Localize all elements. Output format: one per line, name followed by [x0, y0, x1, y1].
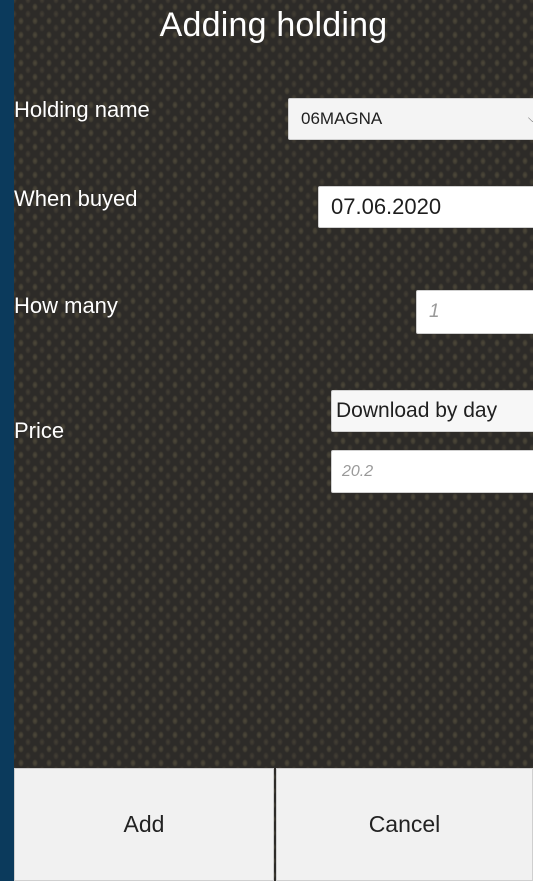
holding-name-dropdown[interactable]: 06MAGNA ⌵ [288, 98, 533, 140]
dialog-title: Adding holding [159, 6, 388, 44]
price-input[interactable]: 20.2 [331, 450, 533, 493]
price-placeholder: 20.2 [342, 462, 374, 480]
adding-holding-dialog: Adding holding Holding name 06MAGNA ⌵ Wh… [14, 0, 533, 881]
chevron-down-icon: ⌵ [527, 110, 533, 125]
when-buyed-value: 07.06.2020 [331, 194, 442, 219]
price-label: Price [14, 418, 65, 443]
how-many-label: How many [14, 293, 118, 318]
price-source-dropdown[interactable]: Download by day [331, 390, 533, 432]
when-buyed-label: When buyed [14, 186, 138, 211]
how-many-placeholder: 1 [429, 301, 440, 322]
cancel-button[interactable]: Cancel [276, 768, 533, 881]
holding-name-selected: 06MAGNA [301, 109, 383, 128]
add-button[interactable]: Add [14, 768, 274, 881]
window-frame: Adding holding Holding name 06MAGNA ⌵ Wh… [0, 0, 533, 881]
holding-name-label: Holding name [14, 97, 150, 122]
price-source-selected: Download by day [336, 399, 498, 422]
when-buyed-date-field[interactable]: 07.06.2020 [318, 186, 533, 228]
how-many-input[interactable]: 1 [416, 290, 533, 334]
